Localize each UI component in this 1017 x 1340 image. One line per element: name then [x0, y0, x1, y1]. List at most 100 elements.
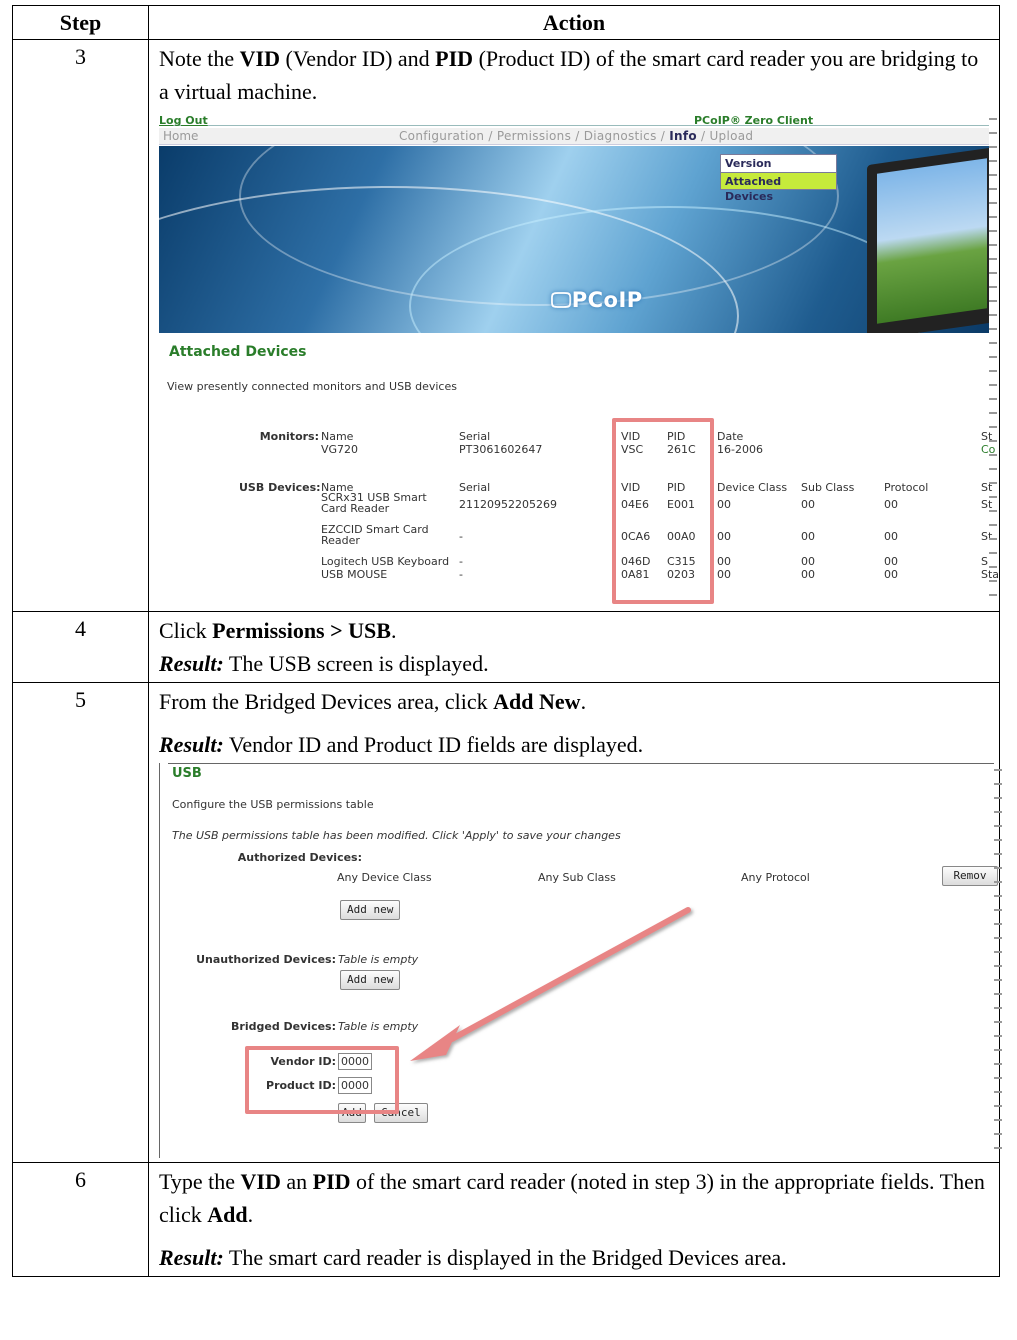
bold-term: PID — [435, 46, 474, 71]
usb-protocol: 00 — [884, 568, 898, 581]
nav-upload[interactable]: / Upload — [697, 129, 753, 143]
bold-term: Add — [207, 1202, 248, 1227]
logo-text: PCoIP — [571, 288, 643, 312]
usb-sub-class: 00 — [801, 498, 815, 511]
torn-edge — [994, 763, 1002, 1158]
usb-permissions-screenshot: USB Configure the USB permissions table … — [159, 763, 1002, 1158]
col-device-class: Device Class — [717, 481, 788, 494]
step4-text: Click Permissions > USB. — [159, 614, 989, 647]
vid-pid-highlight-box — [612, 418, 714, 604]
col-sub-class: Sub Class — [801, 481, 855, 494]
any-device-class: Any Device Class — [337, 871, 432, 884]
usb-name: Logitech USB Keyboard — [321, 555, 450, 568]
text: Type the — [159, 1169, 241, 1194]
usb-sub-class: 00 — [801, 555, 815, 568]
menu-item-attached-devices[interactable]: Attached Devices — [721, 172, 836, 203]
col-serial: Serial — [459, 481, 491, 494]
usb-subtitle: Configure the USB permissions table — [172, 798, 374, 811]
step6-text: Type the VID an PID of the smart card re… — [159, 1165, 989, 1231]
step-number: 5 — [12, 682, 149, 1163]
bridged-empty: Table is empty — [338, 1020, 419, 1033]
unauthorized-empty: Table is empty — [338, 953, 419, 966]
nav-links: Configuration / Permissions / Diagnostic… — [399, 130, 753, 143]
nav-home[interactable]: Home — [163, 130, 198, 143]
step3-text: Note the VID (Vendor ID) and PID (Produc… — [159, 42, 989, 108]
add-new-authorized-button[interactable]: Add new — [340, 900, 401, 920]
info-dropdown-menu: Version Attached Devices — [720, 154, 837, 203]
text: Note the — [159, 46, 240, 71]
step-action: Note the VID (Vendor ID) and PID (Produc… — [148, 39, 1000, 612]
monitors-label: Monitors: — [259, 430, 319, 443]
id-fields-highlight-box — [245, 1046, 399, 1114]
add-new-unauthorized-button[interactable]: Add new — [340, 970, 401, 990]
page-title: Attached Devices — [169, 344, 307, 360]
result-text: The USB screen is displayed. — [223, 651, 489, 676]
brand-title: PCoIP® Zero Client — [694, 114, 814, 127]
bold-term: VID — [239, 46, 280, 71]
nav-bar: Home Configuration / Permissions / Diagn… — [159, 128, 989, 145]
step-action: Type the VID an PID of the smart card re… — [148, 1162, 1000, 1277]
text: . — [580, 689, 587, 714]
any-protocol: Any Protocol — [741, 871, 810, 884]
text: . — [390, 618, 397, 643]
remove-button[interactable]: Remov — [942, 866, 998, 886]
result-label: Result: — [159, 651, 224, 676]
usb-device-class: 00 — [717, 568, 731, 581]
step-number: 3 — [12, 39, 149, 612]
monitor-serial: PT3061602647 — [459, 443, 543, 456]
usb-serial: 21120952205269 — [459, 498, 557, 511]
usb-name: SCRx31 USB Smart Card Reader — [321, 491, 427, 515]
authorized-devices-label: Authorized Devices: — [237, 851, 362, 864]
usb-device-class: 00 — [717, 555, 731, 568]
usb-device-class: 00 — [717, 530, 731, 543]
step-row-5: 5 From the Bridged Devices area, click A… — [12, 682, 1002, 1163]
logout-link[interactable]: Log Out — [159, 114, 208, 127]
usb-devices-label: USB Devices: — [239, 481, 321, 494]
col-date: Date — [717, 430, 744, 443]
arrow-shaft — [449, 907, 691, 1042]
text: Click — [159, 618, 213, 643]
menu-item-version[interactable]: Version — [721, 155, 836, 172]
step6-result: Result: The smart card reader is display… — [159, 1241, 989, 1274]
usb-sub-class: 00 — [801, 568, 815, 581]
usb-serial: - — [459, 555, 463, 568]
bold-term: PID — [312, 1169, 351, 1194]
usb-sub-class: 00 — [801, 530, 815, 543]
step-action: From the Bridged Devices area, click Add… — [148, 682, 1002, 1163]
step-number: 6 — [12, 1162, 149, 1277]
monitor-screen — [877, 158, 987, 324]
bold-term: VID — [240, 1169, 281, 1194]
arrow-shape — [410, 907, 691, 1061]
text: From the Bridged Devices area, click — [159, 689, 494, 714]
text: (Vendor ID) and — [280, 46, 436, 71]
step-row-6: 6 Type the VID an PID of the smart card … — [12, 1162, 1000, 1277]
bold-term: Permissions > USB — [212, 618, 391, 643]
step5-result: Result: Vendor ID and Product ID fields … — [159, 728, 989, 761]
step5-text: From the Bridged Devices area, click Add… — [159, 685, 989, 718]
text: . — [247, 1202, 254, 1227]
step-row-3: 3 Note the VID (Vendor ID) and PID (Prod… — [12, 39, 1000, 612]
nav-info[interactable]: Info — [669, 129, 697, 143]
col-name: Name — [321, 430, 354, 443]
text: an — [280, 1169, 313, 1194]
usb-serial: - — [459, 568, 463, 581]
attached-devices-screenshot: Log Out PCoIP® Zero Client Home Configur… — [159, 112, 999, 605]
usb-page-title: USB — [172, 766, 202, 781]
monitor-name: VG720 — [321, 443, 359, 456]
col-serial: Serial — [459, 430, 491, 443]
result-text: Vendor ID and Product ID fields are disp… — [223, 732, 644, 757]
top-line — [168, 763, 994, 764]
usb-name: USB MOUSE — [321, 568, 388, 581]
any-sub-class: Any Sub Class — [538, 871, 616, 884]
action-header: Action — [148, 5, 1000, 40]
procedure-table: Step Action 3 Note the VID (Vendor ID) a… — [12, 5, 1002, 1277]
usb-status: S — [981, 555, 988, 568]
torn-edge — [989, 112, 997, 605]
modified-note: The USB permissions table has been modif… — [172, 829, 621, 842]
usb-protocol: 00 — [884, 555, 898, 568]
col-protocol: Protocol — [884, 481, 929, 494]
pcoip-banner: 🖵︎PCoIP — [159, 146, 989, 333]
usb-protocol: 00 — [884, 498, 898, 511]
nav-items[interactable]: Configuration / Permissions / Diagnostic… — [399, 129, 669, 143]
result-text: The smart card reader is displayed in th… — [223, 1245, 787, 1270]
